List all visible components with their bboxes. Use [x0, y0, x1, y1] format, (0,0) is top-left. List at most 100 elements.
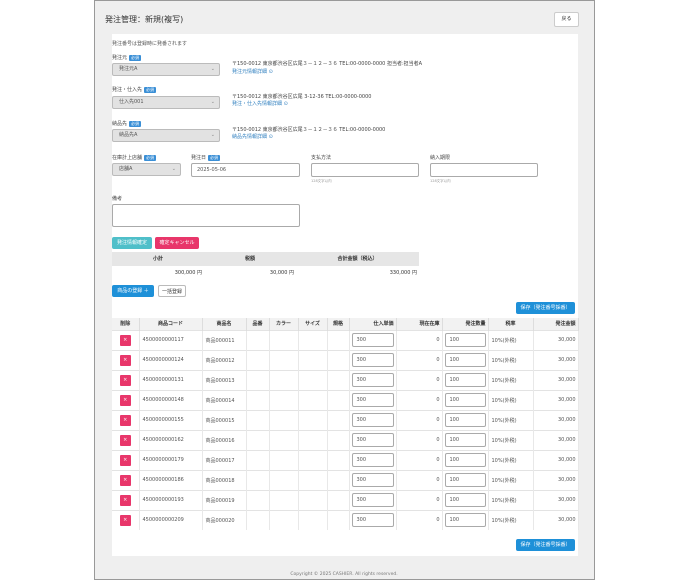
unit-price-input[interactable]: 300 [351, 373, 394, 387]
product-code: 4500000000131 [139, 369, 203, 390]
delete-icon[interactable]: × [119, 374, 131, 386]
item-number-cell [246, 329, 270, 350]
tax-rate: 10%(外税) [488, 349, 534, 370]
delivery-terms-input[interactable] [430, 163, 538, 177]
store-select[interactable]: 店舗A ⌄ [112, 163, 181, 176]
unit-price-input[interactable]: 300 [351, 413, 394, 427]
qty-input[interactable]: 100 [444, 373, 486, 387]
subtotal-header: 小計 [112, 252, 204, 266]
order-amount: 30,000 [533, 349, 579, 370]
delivery-detail-link[interactable]: 納品先情報詳細 ⊙ [232, 133, 273, 140]
qty-input[interactable]: 100 [444, 433, 486, 447]
back-button[interactable]: 戻る [554, 12, 579, 27]
col-tax: 税率 [488, 318, 534, 330]
spec-cell [327, 449, 350, 470]
stock-value: 0 [396, 509, 443, 530]
order-amount: 30,000 [533, 409, 579, 430]
color-cell [269, 509, 299, 530]
item-number-cell [246, 429, 270, 450]
delete-icon[interactable]: × [119, 434, 131, 446]
product-name: 商品000019 [202, 489, 247, 510]
item-number-cell [246, 469, 270, 490]
qty-input[interactable]: 100 [444, 473, 486, 487]
qty-input[interactable]: 100 [444, 393, 486, 407]
delete-icon[interactable]: × [119, 494, 131, 506]
item-number-cell [246, 369, 270, 390]
col-spec: 規格 [327, 318, 350, 330]
required-badge: 必須 [208, 154, 221, 161]
spec-cell [327, 429, 350, 450]
item-number-cell [246, 349, 270, 370]
add-product-button[interactable]: 商品の登録 ＋ [112, 285, 154, 297]
item-number-cell [246, 449, 270, 470]
item-number-cell [246, 489, 270, 510]
spec-cell [327, 349, 350, 370]
required-badge: 必須 [144, 86, 157, 93]
qty-input[interactable]: 100 [444, 453, 486, 467]
col-code: 商品コード [139, 318, 203, 330]
payment-input[interactable] [311, 163, 419, 177]
qty-input[interactable]: 100 [444, 513, 486, 528]
delete-icon[interactable]: × [119, 414, 131, 426]
size-cell [298, 429, 328, 450]
spec-cell [327, 389, 350, 410]
product-name: 商品000016 [202, 429, 247, 450]
save-button-bottom[interactable]: 保存（発注番号採番） [516, 539, 575, 551]
product-code: 4500000000148 [139, 389, 203, 410]
delivery-select[interactable]: 納品先A ⌄ [112, 129, 220, 142]
product-name: 商品000013 [202, 369, 247, 390]
main-frame: 発注管理：新規(複写) 戻る 発注番号は登録時に発番されます 発注元 必須 発注元… [94, 0, 595, 580]
chevron-down-icon: ⌄ [210, 99, 215, 105]
color-cell [269, 429, 299, 450]
required-badge: 必須 [129, 54, 142, 61]
vendor-detail-link[interactable]: 発注・仕入先情報詳細 ⊙ [232, 100, 288, 107]
cancel-confirm-button[interactable]: 確定キャンセル [155, 237, 199, 249]
table-row: × 4500000000148 商品000014 300 0 100 10%(外税) 30,0… [112, 389, 579, 410]
tax-rate: 10%(外税) [488, 389, 534, 410]
product-code: 4500000000209 [139, 509, 203, 530]
tax-rate: 10%(外税) [488, 429, 534, 450]
delete-icon[interactable]: × [119, 454, 131, 466]
product-name: 商品000014 [202, 389, 247, 410]
order-date-input[interactable]: 2025-05-06 [191, 163, 300, 177]
unit-price-input[interactable]: 300 [351, 493, 394, 507]
unit-price-input[interactable]: 300 [351, 353, 394, 367]
supplier-detail-link[interactable]: 発注元情報詳細 ⊙ [232, 68, 273, 75]
remarks-textarea[interactable] [112, 204, 300, 227]
stock-value: 0 [396, 449, 443, 470]
unit-price-input[interactable]: 300 [351, 453, 394, 467]
unit-price-input[interactable]: 300 [351, 333, 394, 347]
stock-value: 0 [396, 369, 443, 390]
delete-icon[interactable]: × [119, 354, 131, 366]
unit-price-input[interactable]: 300 [351, 473, 394, 487]
order-amount: 30,000 [533, 469, 579, 490]
total-value: 330,000 円 [389, 270, 417, 276]
qty-input[interactable]: 100 [444, 413, 486, 427]
supplier-select[interactable]: 発注元A ⌄ [112, 63, 220, 76]
delivery-terms-hint: 128文字以内 [430, 179, 451, 183]
bulk-register-button[interactable]: 一括登録 [158, 285, 186, 297]
qty-input[interactable]: 100 [444, 333, 486, 347]
chevron-down-icon: ⌄ [171, 166, 176, 172]
subtotal-value: 300,000 円 [174, 270, 202, 276]
delete-icon[interactable]: × [119, 514, 131, 526]
unit-price-input[interactable]: 300 [351, 513, 394, 528]
delivery-address: 〒150-0012 東京都渋谷区広尾３－１２－３６ TEL:00-0000-00… [232, 127, 386, 133]
unit-price-input[interactable]: 300 [351, 393, 394, 407]
confirm-order-button[interactable]: 発注情報確定 [112, 237, 152, 249]
form-card: 発注番号は登録時に発番されます 発注元 必須 発注元A ⌄ 〒150-0012 東京… [112, 34, 579, 556]
col-color: カラー [269, 318, 299, 330]
delete-icon[interactable]: × [119, 394, 131, 406]
qty-input[interactable]: 100 [444, 493, 486, 507]
color-cell [269, 449, 299, 470]
tax-rate: 10%(外税) [488, 489, 534, 510]
save-button-top[interactable]: 保存（発注番号採番） [516, 302, 575, 314]
delete-icon[interactable]: × [119, 334, 131, 346]
delete-icon[interactable]: × [119, 474, 131, 486]
qty-input[interactable]: 100 [444, 353, 486, 367]
vendor-select[interactable]: 仕入先001 ⌄ [112, 96, 220, 109]
col-item-number: 品番 [246, 318, 270, 330]
table-header-row: 削除 商品コード 商品名 品番 カラー サイズ 規格 仕入単価 現在在庫 発注数… [112, 318, 579, 330]
unit-price-input[interactable]: 300 [351, 433, 394, 447]
product-code: 4500000000193 [139, 489, 203, 510]
